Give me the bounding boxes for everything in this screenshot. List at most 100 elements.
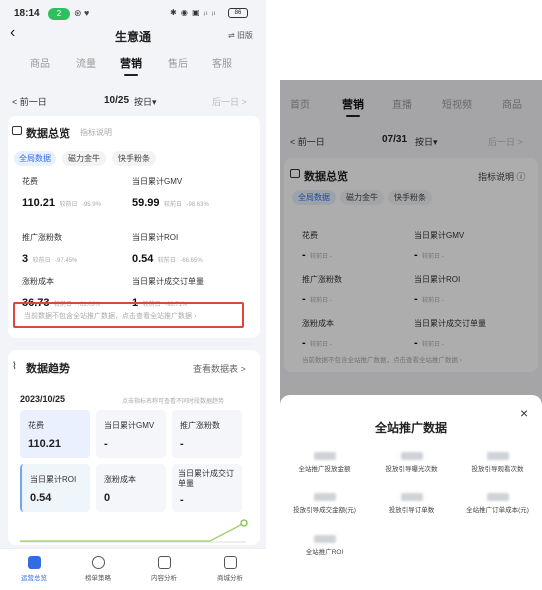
sheet-item-label: 投放引导成交金额(元): [293, 507, 356, 514]
tile-orders[interactable]: 当日累计成交订单量 -: [172, 464, 242, 512]
battery-icon: 86: [228, 8, 248, 18]
nav-label: 运营总览: [21, 575, 47, 582]
tile-label: 推广涨粉数: [180, 421, 220, 430]
trend-title: 数据趋势: [26, 363, 70, 375]
sheet-item-label: 投放引导曝光次数: [385, 466, 438, 473]
tile-fan-cost[interactable]: 涨粉成本 0: [96, 464, 166, 512]
nav-ranking[interactable]: 榜单策略: [68, 556, 128, 582]
tile-value: -: [180, 438, 184, 450]
content-nav-icon: [157, 556, 171, 569]
tile-fans[interactable]: 推广涨粉数 -: [172, 410, 242, 458]
tab-service[interactable]: 客服: [212, 55, 232, 70]
mall-nav-icon: [223, 556, 237, 569]
sheet-item-label: 投放引导订单数: [388, 507, 435, 514]
old-version-button[interactable]: ⇌ 旧版: [228, 30, 253, 41]
metric-compare: 较前日: [59, 202, 78, 208]
metric-label: 推广涨粉数: [22, 233, 62, 242]
pill-fans[interactable]: 快手粉条: [112, 151, 156, 166]
status-time: 18:14: [14, 8, 40, 19]
sheet-item: 全站推广投放金额: [281, 452, 368, 473]
signal-icon: ✱ ◉ ▣ ᵢₗ ᵢₗ: [170, 8, 217, 17]
right-screen: 首页 营销 直播 短视频 商品 < 前一日 07/31 按日▾ 后一日 > 数据…: [280, 80, 542, 590]
sheet-item: 全站推广订单成本(元): [454, 493, 541, 514]
blurred-value: [486, 493, 509, 501]
tile-label: 花费: [28, 421, 44, 430]
old-version-label: 旧版: [236, 31, 253, 40]
blurred-value: [313, 452, 336, 460]
tile-value: 0: [104, 492, 111, 504]
metric-value: 3: [22, 253, 29, 265]
full-site-notice-link[interactable]: 当前数据不包含全站推广数据，点击查看全站推广数据 ›: [24, 311, 196, 321]
sheet-item: 全站推广ROI: [281, 535, 368, 556]
monitor-icon: [12, 126, 22, 135]
tile-label: 涨粉成本: [104, 475, 136, 484]
metric-roi[interactable]: 当日累计ROI 0.54 较前日 -66.65%: [132, 232, 203, 267]
tile-value: -: [104, 438, 108, 450]
tile-value: 0.54: [30, 492, 52, 504]
tile-roi[interactable]: 当日累计ROI 0.54: [20, 464, 90, 512]
metric-label: 当日累计GMV: [132, 177, 183, 186]
view-table-link[interactable]: 查看数据表 >: [193, 362, 246, 375]
sheet-item: 投放引导订单数: [368, 493, 455, 514]
tile-value: 110.21: [28, 438, 62, 450]
pill-magnetic[interactable]: 磁力金牛: [62, 151, 106, 166]
metric-label: 当日累计成交订单量: [132, 277, 204, 286]
status-badge: 2: [48, 8, 70, 20]
nav-label: 榜单策略: [85, 575, 111, 582]
tile-label: 当日累计ROI: [30, 475, 77, 484]
pill-global[interactable]: 全局数据: [14, 151, 56, 166]
blurred-value: [486, 452, 509, 460]
metric-help-link[interactable]: 指标说明: [80, 127, 112, 138]
tile-gmv[interactable]: 当日累计GMV -: [96, 410, 166, 458]
nav-label: 商城分析: [217, 575, 243, 582]
blurred-value: [400, 493, 423, 501]
tile-value: -: [180, 494, 184, 506]
metric-fans[interactable]: 推广涨粉数 3 较前日 -97.45%: [22, 232, 77, 267]
next-day-button[interactable]: 后一日 >: [212, 95, 247, 108]
metric-compare: 较前日: [163, 202, 182, 208]
trend-hint: 点击指标名称可查看不同时段数据趋势: [122, 399, 225, 405]
full-site-sheet: 全站推广数据 × 全站推广投放金额 投放引导曝光次数 投放引导观看次数 投放引导…: [280, 395, 542, 590]
tab-goods[interactable]: 商品: [30, 55, 50, 70]
metric-value: 110.21: [22, 197, 56, 209]
metric-label: 花费: [22, 177, 38, 186]
nav-mall[interactable]: 商城分析: [200, 556, 260, 582]
sheet-item: 投放引导观看次数: [454, 452, 541, 473]
metric-value: 0.54: [132, 253, 154, 265]
metric-delta: -97.45%: [55, 258, 78, 264]
metric-spend[interactable]: 花费 110.21 较前日 -95.9%: [22, 176, 101, 211]
close-icon[interactable]: ×: [520, 405, 528, 421]
date-mode-select[interactable]: 按日▾: [134, 95, 157, 108]
metric-delta: -98.63%: [186, 202, 209, 208]
overview-title: 数据总览: [26, 128, 70, 140]
blurred-value: [400, 452, 423, 460]
nav-content[interactable]: 内容分析: [134, 556, 194, 582]
tab-marketing[interactable]: 营销: [120, 55, 142, 76]
tab-after-sales[interactable]: 售后: [168, 55, 188, 70]
sheet-item-label: 全站推广ROI: [305, 549, 344, 556]
prev-day-button[interactable]: < 前一日: [12, 95, 47, 108]
metric-label: 涨粉成本: [22, 277, 54, 286]
left-screen: 18:14 2 ⊛ ♥ ✱ ◉ ▣ ᵢₗ ᵢₗ 86 ‹ 生意通 ⇌ 旧版 商品…: [0, 0, 266, 590]
sheet-item-label: 全站推广投放金额: [298, 466, 351, 473]
tile-label: 当日累计GMV: [104, 421, 155, 430]
tile-spend[interactable]: 花费 110.21: [20, 410, 90, 458]
page-title: 生意通: [114, 30, 151, 44]
blurred-value: [313, 535, 336, 543]
sheet-item-label: 全站推广订单成本(元): [466, 507, 529, 514]
sheet-item-label: 投放引导观看次数: [471, 466, 524, 473]
trend-date: 2023/10/25: [20, 394, 66, 404]
overview-nav-icon: [27, 556, 41, 569]
metric-delta: -66.65%: [180, 258, 203, 264]
sheet-item: 投放引导曝光次数: [368, 452, 455, 473]
metric-delta: -95.9%: [81, 202, 101, 208]
nav-label: 内容分析: [151, 575, 177, 582]
sheet-title: 全站推广数据: [374, 421, 447, 435]
metric-gmv[interactable]: 当日累计GMV 59.99 较前日 -98.63%: [132, 176, 209, 211]
nav-overview[interactable]: 运营总览: [4, 556, 64, 582]
tab-traffic[interactable]: 流量: [76, 55, 96, 70]
chart-point: [240, 519, 248, 527]
ranking-nav-icon: [91, 556, 105, 569]
blurred-value: [313, 493, 336, 501]
chart-line: [20, 521, 247, 542]
